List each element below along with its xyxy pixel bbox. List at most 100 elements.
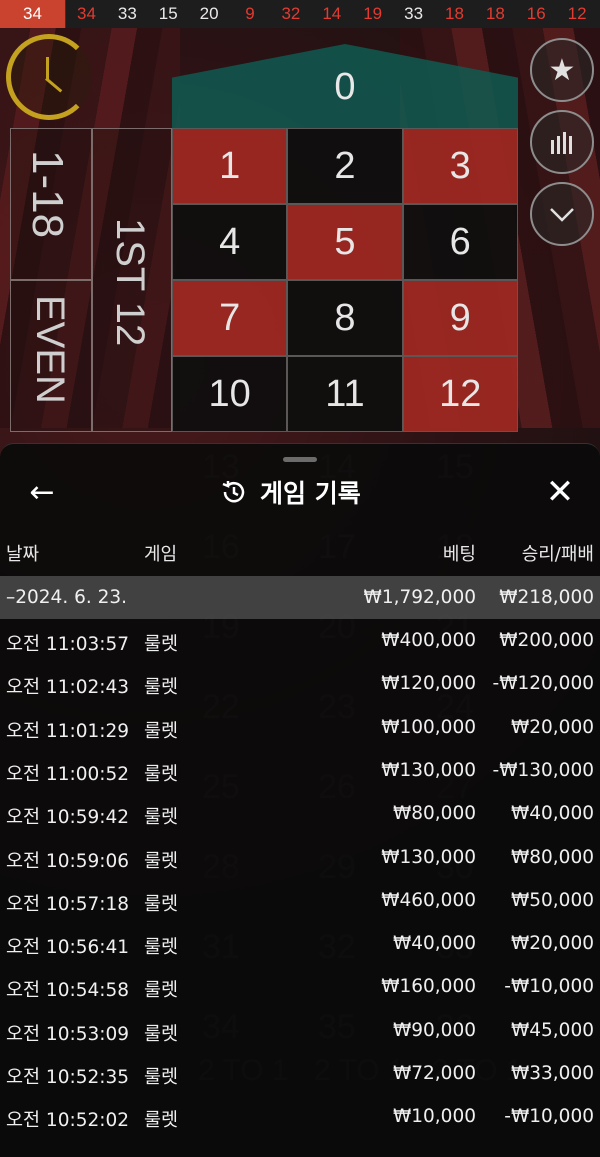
- low-range-label: 1-18: [23, 150, 72, 239]
- summary-result: ₩218,000: [499, 587, 594, 608]
- row-game: 룰렛: [144, 1067, 179, 1088]
- number-cell-10[interactable]: 10: [172, 356, 288, 432]
- row-bet: ₩90,000: [392, 1019, 476, 1041]
- history-result: 12: [567, 4, 587, 23]
- number-cell-5[interactable]: 5: [287, 204, 403, 280]
- row-time: 오전 11:03:57: [6, 634, 130, 655]
- number-cell-8[interactable]: 8: [287, 280, 403, 356]
- drag-handle[interactable]: [283, 457, 317, 462]
- row-game: 룰렛: [144, 1110, 179, 1132]
- row-result: ₩20,000: [510, 716, 594, 738]
- row-time: 오전 10:54:58: [6, 980, 130, 1002]
- row-game: 룰렛: [144, 1023, 179, 1045]
- row-game: 룰렛: [144, 763, 179, 785]
- back-button[interactable]: ←: [22, 474, 62, 510]
- summary-date: –2024. 6. 23.: [6, 587, 128, 608]
- row-bet: ₩100,000: [381, 716, 476, 738]
- history-row[interactable]: 오전 10:52:02 룰렛 ₩10,000 -₩10,000: [0, 1095, 600, 1138]
- history-row[interactable]: 오전 11:03:57 룰렛 ₩400,000 ₩200,000: [0, 619, 600, 662]
- number-cell-9[interactable]: 9: [402, 280, 518, 356]
- even-label: EVEN: [28, 295, 72, 404]
- history-result: 9: [245, 4, 255, 23]
- close-button[interactable]: ✕: [540, 472, 580, 512]
- history-result: 20: [199, 4, 219, 23]
- row-time: 오전 10:53:09: [6, 1023, 130, 1045]
- clock-icon[interactable]: [6, 34, 92, 120]
- history-row[interactable]: 오전 10:57:18 룰렛 ₩460,000 ₩50,000: [0, 879, 600, 922]
- row-bet: ₩10,000: [392, 1106, 476, 1128]
- number-cell-6[interactable]: 6: [402, 204, 518, 280]
- history-row[interactable]: 오전 11:00:52 룰렛 ₩130,000 -₩130,000: [0, 749, 600, 792]
- history-row[interactable]: 오전 10:52:35 룰렛 ₩72,000 ₩33,000: [0, 1052, 600, 1095]
- row-bet: ₩130,000: [381, 759, 476, 781]
- row-time: 오전 10:57:18: [6, 893, 130, 915]
- row-bet: ₩160,000: [381, 976, 476, 998]
- row-game: 룰렛: [144, 980, 179, 1002]
- row-result: -₩10,000: [504, 1106, 594, 1128]
- number-cell-12[interactable]: 12: [402, 356, 518, 432]
- row-result: -₩10,000: [504, 976, 594, 998]
- row-result: ₩200,000: [499, 630, 594, 651]
- row-result: ₩45,000: [510, 1019, 594, 1041]
- row-time: 오전 10:59:06: [6, 850, 130, 872]
- number-cell-3[interactable]: 3: [402, 128, 518, 204]
- history-row[interactable]: 오전 10:53:09 룰렛 ₩90,000 ₩45,000: [0, 1009, 600, 1052]
- row-time: 오전 10:59:42: [6, 807, 130, 829]
- history-result: 19: [363, 4, 383, 23]
- panel-header: 게임 기록: [220, 474, 361, 510]
- row-game: 룰렛: [144, 807, 179, 829]
- row-bet: ₩40,000: [392, 933, 476, 955]
- history-result: 16: [526, 4, 546, 23]
- row-bet: ₩400,000: [381, 630, 476, 651]
- panel-title: 게임 기록: [260, 479, 361, 508]
- number-cell-1[interactable]: 1: [172, 128, 288, 204]
- row-result: ₩80,000: [510, 846, 594, 868]
- row-game: 룰렛: [144, 720, 179, 742]
- history-row[interactable]: 오전 11:01:29 룰렛 ₩100,000 ₩20,000: [0, 706, 600, 749]
- history-result: 14: [322, 4, 342, 23]
- bar-chart-icon: [551, 132, 572, 154]
- row-time: 오전 11:00:52: [6, 763, 130, 785]
- history-result: 33: [117, 4, 137, 23]
- favorite-button[interactable]: ★: [530, 38, 594, 102]
- row-result: ₩50,000: [510, 889, 594, 911]
- row-game: 룰렛: [144, 937, 179, 959]
- history-row[interactable]: 오전 10:59:42 룰렛 ₩80,000 ₩40,000: [0, 792, 600, 835]
- row-game: 룰렛: [144, 677, 179, 699]
- date-summary-row[interactable]: –2024. 6. 23. ₩1,792,000 ₩218,000: [0, 576, 600, 619]
- history-row[interactable]: 오전 10:56:41 룰렛 ₩40,000 ₩20,000: [0, 922, 600, 965]
- row-result: ₩20,000: [510, 933, 594, 955]
- row-time: 오전 11:01:29: [6, 720, 130, 742]
- close-icon: ✕: [545, 472, 575, 512]
- history-row[interactable]: 오전 10:59:06 룰렛 ₩130,000 ₩80,000: [0, 836, 600, 879]
- row-game: 룰렛: [144, 893, 179, 915]
- header-result: 승리/패배: [521, 544, 594, 565]
- history-result: 18: [485, 4, 505, 23]
- row-result: -₩130,000: [492, 759, 594, 781]
- history-row[interactable]: 오전 11:02:43 룰렛 ₩120,000 -₩120,000: [0, 662, 600, 705]
- latest-result: 34: [0, 0, 66, 28]
- zero-label: 0: [334, 66, 356, 108]
- number-cell-4[interactable]: 4: [172, 204, 288, 280]
- header-date: 날짜: [6, 544, 40, 565]
- number-cell-11[interactable]: 11: [287, 356, 403, 432]
- header-bet: 베팅: [442, 544, 476, 565]
- statistics-button[interactable]: [530, 110, 594, 174]
- row-game: 룰렛: [144, 850, 179, 872]
- result-history-strip: 34 34 33 15 20 9 32 14 19 33 18 18 16 12: [0, 0, 600, 28]
- summary-bet: ₩1,792,000: [363, 587, 476, 608]
- back-arrow-icon: ←: [29, 474, 55, 510]
- row-bet: ₩130,000: [381, 846, 476, 868]
- row-game: 룰렛: [144, 634, 179, 655]
- row-bet: ₩120,000: [381, 673, 476, 695]
- row-time: 오전 10:56:41: [6, 937, 130, 959]
- history-result: 34: [76, 4, 96, 23]
- number-cell-7[interactable]: 7: [172, 280, 288, 356]
- row-result: -₩120,000: [492, 673, 594, 695]
- collapse-button[interactable]: [530, 182, 594, 246]
- row-time: 오전 10:52:02: [6, 1110, 130, 1132]
- history-result: 33: [404, 4, 424, 23]
- history-row[interactable]: 오전 10:54:58 룰렛 ₩160,000 -₩10,000: [0, 965, 600, 1008]
- number-cell-2[interactable]: 2: [287, 128, 403, 204]
- header-game: 게임: [144, 544, 178, 565]
